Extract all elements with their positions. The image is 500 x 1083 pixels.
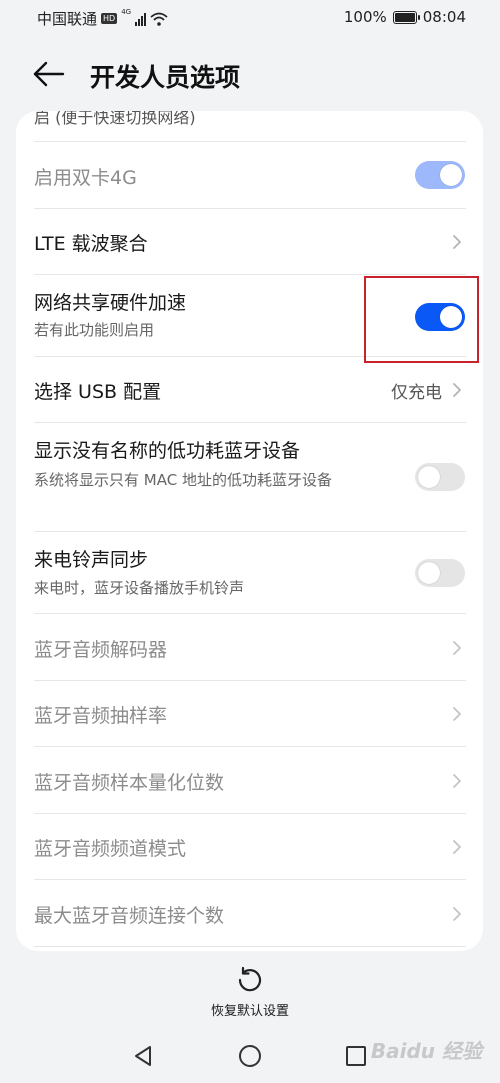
clock: 08:04 — [422, 8, 466, 26]
chevron-right-icon — [452, 773, 462, 789]
watermark: Baidu 经验 — [370, 1039, 482, 1063]
setting-bt-audio-codec[interactable]: 蓝牙音频解码器 — [34, 614, 466, 681]
app-header: 开发人员选项 — [0, 50, 500, 100]
chevron-right-icon — [452, 839, 462, 855]
setting-ringtone-sync: 来电铃声同步 来电时，蓝牙设备播放手机铃声 — [34, 532, 466, 614]
nav-home-icon[interactable] — [239, 1045, 261, 1067]
settings-list: 启 (便于快速切换网络) 启用双卡4G LTE 载波聚合 网络共享硬件加速 若有… — [16, 111, 483, 951]
carrier-name: 中国联通 — [37, 10, 98, 28]
setting-lte-carrier-aggregation[interactable]: LTE 载波聚合 — [34, 209, 466, 275]
setting-title: 来电铃声同步 — [34, 549, 149, 571]
nav-back-icon[interactable] — [133, 1045, 153, 1067]
page-title: 开发人员选项 — [90, 63, 241, 92]
status-left: 中国联通 HD 4G — [37, 8, 168, 29]
chevron-right-icon — [452, 906, 462, 922]
setting-bt-audio-channel-mode[interactable]: 蓝牙音频频道模式 — [34, 814, 466, 880]
setting-title: 蓝牙音频样本量化位数 — [34, 772, 225, 794]
show-unnamed-ble-toggle[interactable] — [415, 463, 465, 491]
dual-sim-4g-toggle — [415, 161, 465, 189]
setting-subtitle: 若有此功能则启用 — [34, 321, 155, 339]
setting-bt-max-connected-devices[interactable]: 最大蓝牙音频连接个数 — [34, 880, 466, 947]
setting-bt-audio-sample-rate[interactable]: 蓝牙音频抽样率 — [34, 681, 466, 747]
status-bar: 中国联通 HD 4G 100% 08:04 — [0, 0, 500, 36]
setting-usb-configuration[interactable]: 选择 USB 配置 仅充电 — [34, 357, 466, 423]
setting-value: 仅充电 — [391, 383, 442, 403]
setting-title: 启用双卡4G — [34, 167, 137, 189]
reset-icon — [238, 966, 262, 992]
setting-title: 选择 USB 配置 — [34, 381, 162, 403]
back-arrow-icon[interactable] — [32, 60, 66, 88]
battery-icon — [392, 10, 420, 24]
highlight-box — [364, 276, 479, 363]
setting-subtitle: 来电时，蓝牙设备播放手机铃声 — [34, 579, 245, 597]
status-right: 100% 08:04 — [344, 8, 466, 26]
setting-title: 显示没有名称的低功耗蓝牙设备 — [34, 440, 301, 462]
setting-bt-audio-bits-per-sample[interactable]: 蓝牙音频样本量化位数 — [34, 747, 466, 814]
setting-title: 网络共享硬件加速 — [34, 292, 187, 314]
setting-title: 蓝牙音频频道模式 — [34, 838, 187, 860]
chevron-right-icon — [452, 706, 462, 722]
setting-dual-sim-4g: 启用双卡4G — [34, 142, 466, 209]
chevron-right-icon — [452, 382, 462, 398]
setting-title: 蓝牙音频抽样率 — [34, 705, 168, 727]
partial-row-text: 启 (便于快速切换网络) — [34, 111, 196, 127]
setting-title: 最大蓝牙音频连接个数 — [34, 905, 225, 927]
battery-percent: 100% — [343, 8, 387, 26]
ringtone-sync-toggle[interactable] — [415, 559, 465, 587]
nav-recent-apps-icon[interactable] — [346, 1046, 366, 1066]
network-type: 4G — [121, 8, 132, 16]
setting-show-unnamed-ble-devices: 显示没有名称的低功耗蓝牙设备 系统将显示只有 MAC 地址的低功耗蓝牙设备 — [34, 423, 466, 532]
chevron-right-icon — [452, 640, 462, 656]
chevron-right-icon — [452, 234, 462, 250]
reset-defaults-button[interactable]: 恢复默认设置 — [0, 962, 500, 1022]
signal-icon — [135, 12, 147, 26]
setting-title: LTE 载波聚合 — [34, 233, 148, 255]
wifi-icon — [150, 12, 168, 26]
hd-icon: HD — [101, 13, 118, 24]
reset-label: 恢复默认设置 — [210, 1004, 289, 1019]
setting-subtitle: 系统将显示只有 MAC 地址的低功耗蓝牙设备 — [34, 471, 332, 489]
list-item-partial: 启 (便于快速切换网络) — [34, 111, 466, 142]
setting-title: 蓝牙音频解码器 — [34, 639, 168, 661]
